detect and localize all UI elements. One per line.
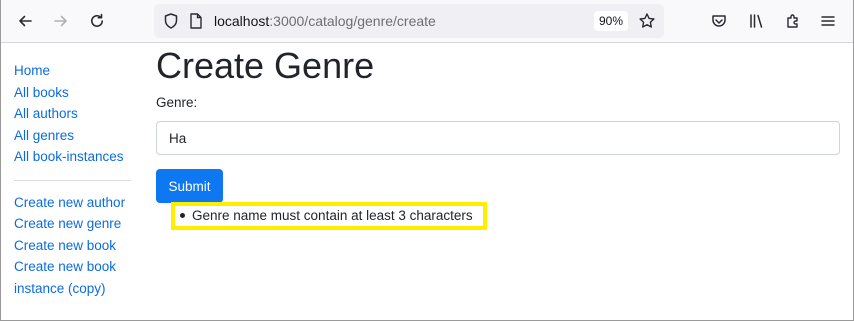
zoom-level-badge[interactable]: 90% — [594, 11, 628, 31]
error-list: Genre name must contain at least 3 chara… — [175, 206, 483, 226]
back-arrow-icon[interactable] — [12, 8, 38, 34]
sidebar-link-all-authors[interactable]: All authors — [14, 103, 132, 125]
genre-name-input[interactable] — [156, 121, 840, 155]
extensions-icon[interactable] — [780, 8, 806, 34]
bookmark-star-icon[interactable] — [638, 12, 656, 30]
browser-toolbar: localhost:3000/catalog/genre/create 90% — [0, 0, 854, 43]
library-icon[interactable] — [744, 8, 770, 34]
error-message: Genre name must contain at least 3 chara… — [192, 208, 473, 223]
forward-arrow-icon[interactable] — [48, 8, 74, 34]
sidebar-link-all-book-instances[interactable]: All book-instances — [14, 146, 132, 168]
url-host: localhost — [214, 13, 270, 29]
hamburger-menu-icon[interactable] — [815, 8, 841, 34]
sidebar-link-create-genre[interactable]: Create new genre — [14, 213, 132, 235]
reload-icon[interactable] — [84, 8, 110, 34]
url-path: :3000/catalog/genre/create — [269, 13, 436, 29]
genre-label: Genre: — [156, 95, 198, 110]
sidebar-nav: Home All books All authors All genres Al… — [14, 60, 132, 299]
sidebar-link-create-book[interactable]: Create new book — [14, 235, 132, 257]
url-text[interactable]: localhost:3000/catalog/genre/create — [214, 13, 436, 29]
sidebar-link-home[interactable]: Home — [14, 60, 132, 82]
sidebar-divider — [14, 179, 131, 181]
error-item: Genre name must contain at least 3 chara… — [175, 206, 483, 226]
bullet-icon — [180, 213, 185, 218]
sidebar-link-create-author[interactable]: Create new author — [14, 192, 132, 214]
address-bar[interactable]: localhost:3000/catalog/genre/create 90% — [154, 4, 664, 38]
page-title: Create Genre — [156, 45, 375, 86]
sidebar-link-all-books[interactable]: All books — [14, 82, 132, 104]
sidebar-link-create-book-instance[interactable]: Create new book instance (copy) — [14, 256, 132, 299]
sidebar-link-all-genres[interactable]: All genres — [14, 125, 132, 147]
validation-error-highlight: Genre name must contain at least 3 chara… — [171, 202, 487, 230]
submit-button[interactable]: Submit — [156, 169, 223, 203]
shield-icon[interactable] — [162, 12, 180, 30]
page-icon — [190, 13, 202, 29]
pocket-icon[interactable] — [706, 8, 732, 34]
